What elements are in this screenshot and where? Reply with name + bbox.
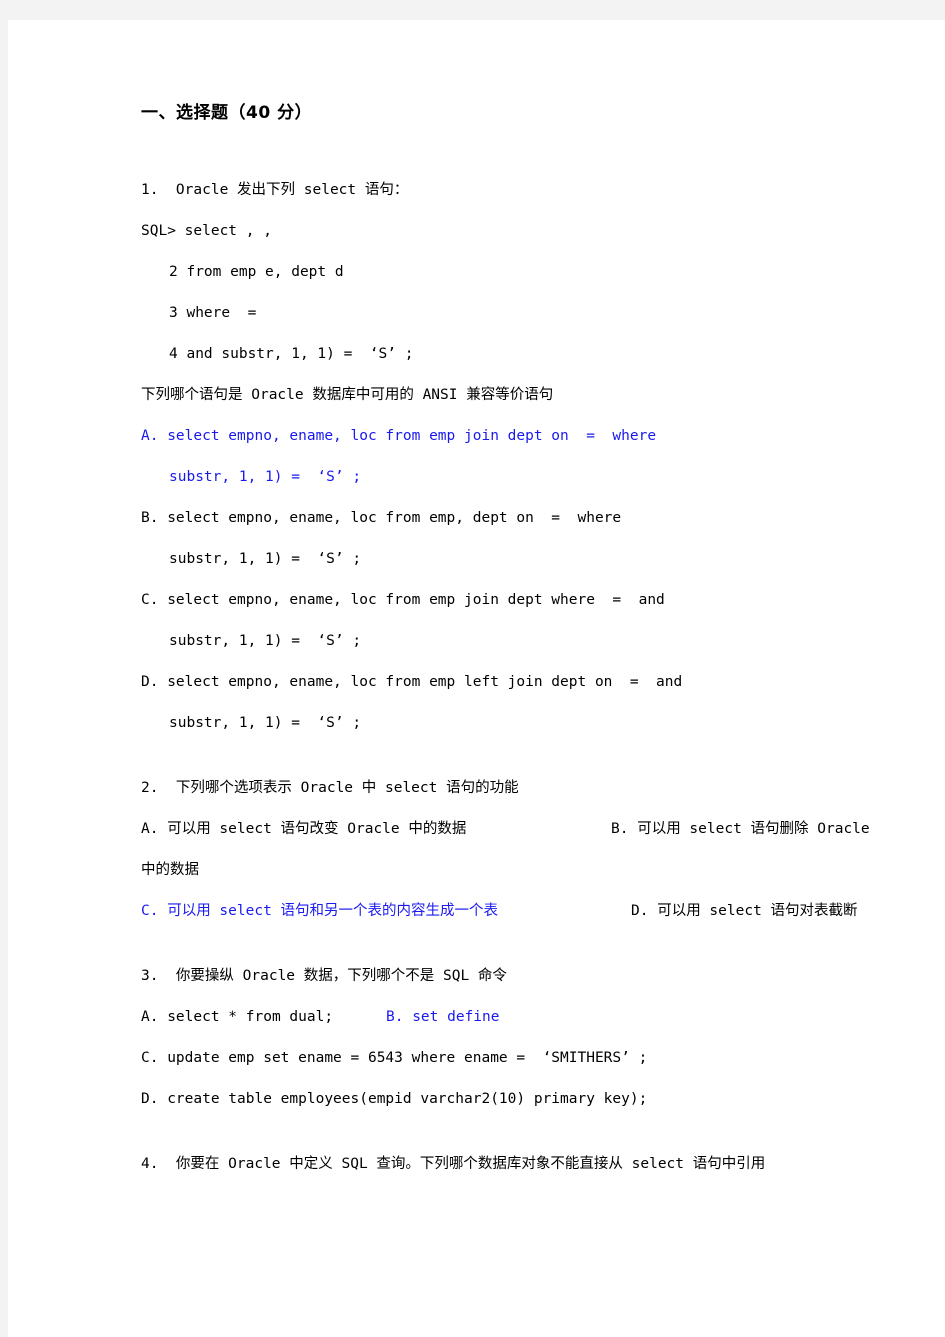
question-1-option-d[interactable]: D. select empno, ename, loc from emp lef…: [141, 662, 856, 703]
question-3-row-1: A. select * from dual; B. set define: [141, 997, 856, 1038]
question-1-sub-prompt: 下列哪个语句是 Oracle 数据库中可用的 ANSI 兼容等价语句: [141, 387, 554, 403]
question-2-stem: 2. 下列哪个选项表示 Oracle 中 select 语句的功能: [141, 780, 519, 796]
question-1-option-a-continuation: substr, 1, 1) = ‘S’ ;: [169, 469, 362, 485]
question-1-option-c-continuation: substr, 1, 1) = ‘S’ ;: [169, 633, 362, 649]
question-2-option-d[interactable]: D. 可以用 select 语句对表截断: [631, 891, 858, 932]
question-1-option-b[interactable]: B. select empno, ename, loc from emp, de…: [141, 498, 856, 539]
question-2-row-2: C. 可以用 select 语句和另一个表的内容生成一个表 D. 可以用 sele…: [141, 891, 858, 932]
question-4: 4. 你要在 Oracle 中定义 SQL 查询。下列哪个数据库对象不能直接从 …: [141, 1144, 856, 1185]
question-3: 3. 你要操纵 Oracle 数据，下列哪个不是 SQL 命令 A. selec…: [141, 956, 856, 1120]
question-1-code-line-3: 3 where =: [169, 305, 257, 321]
section-title: 一、选择题（40 分）: [141, 103, 313, 123]
question-2-option-b-continuation: 中的数据: [141, 862, 199, 878]
document-content: 一、选择题（40 分） 1. Oracle 发出下列 select 语句： SQ…: [141, 100, 870, 1185]
question-3-stem: 3. 你要操纵 Oracle 数据，下列哪个不是 SQL 命令: [141, 968, 507, 984]
question-3-option-a[interactable]: A. select * from dual;: [141, 997, 386, 1038]
question-2-option-a[interactable]: A. 可以用 select 语句改变 Oracle 中的数据: [141, 809, 611, 850]
question-2: 2. 下列哪个选项表示 Oracle 中 select 语句的功能 A. 可以用…: [141, 768, 870, 932]
question-1-code-line-4: 4 and substr, 1, 1) = ‘S’ ;: [169, 346, 414, 362]
question-2-option-b[interactable]: B. 可以用 select 语句删除 Oracle: [611, 809, 870, 850]
question-1: 1. Oracle 发出下列 select 语句： SQL> select , …: [141, 170, 856, 744]
question-1-option-a[interactable]: A. select empno, ename, loc from emp joi…: [141, 416, 856, 457]
question-4-stem: 4. 你要在 Oracle 中定义 SQL 查询。下列哪个数据库对象不能直接从 …: [141, 1156, 766, 1172]
question-1-code-line-2: 2 from emp e, dept d: [169, 264, 344, 280]
question-1-code-line-1: SQL> select , ,: [141, 223, 272, 239]
question-3-option-d[interactable]: D. create table employees(empid varchar2…: [141, 1079, 856, 1120]
question-2-option-c[interactable]: C. 可以用 select 语句和另一个表的内容生成一个表: [141, 891, 631, 932]
question-1-option-b-continuation: substr, 1, 1) = ‘S’ ;: [169, 551, 362, 567]
document-page: 一、选择题（40 分） 1. Oracle 发出下列 select 语句： SQ…: [8, 20, 945, 1337]
question-3-option-b[interactable]: B. set define: [386, 997, 500, 1038]
question-3-option-c[interactable]: C. update emp set ename = 6543 where ena…: [141, 1038, 856, 1079]
question-1-stem: 1. Oracle 发出下列 select 语句：: [141, 182, 409, 198]
question-1-option-c[interactable]: C. select empno, ename, loc from emp joi…: [141, 580, 856, 621]
question-1-option-d-continuation: substr, 1, 1) = ‘S’ ;: [169, 715, 362, 731]
question-2-row-1: A. 可以用 select 语句改变 Oracle 中的数据 B. 可以用 sel…: [141, 809, 870, 850]
